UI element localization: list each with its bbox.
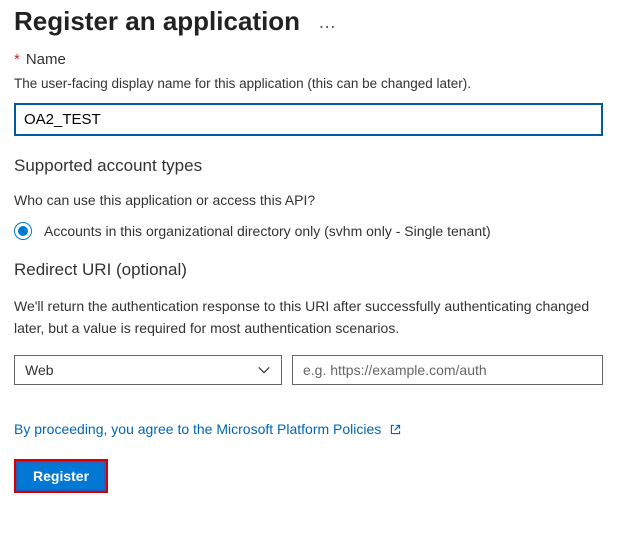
- account-types-question: Who can use this application or access t…: [14, 192, 603, 208]
- account-type-option-label: Accounts in this organizational director…: [44, 223, 491, 239]
- redirect-uri-heading: Redirect URI (optional): [14, 260, 603, 280]
- chevron-down-icon: [257, 363, 271, 377]
- name-input[interactable]: [14, 103, 603, 136]
- external-link-icon: [389, 423, 402, 436]
- register-button[interactable]: Register: [18, 463, 104, 489]
- name-label: * Name: [14, 51, 603, 68]
- platform-policies-link[interactable]: By proceeding, you agree to the Microsof…: [14, 421, 402, 437]
- name-hint: The user-facing display name for this ap…: [14, 76, 603, 91]
- account-types-heading: Supported account types: [14, 156, 603, 176]
- name-label-text: Name: [26, 51, 66, 68]
- platform-policies-link-text: By proceeding, you agree to the Microsof…: [14, 421, 381, 437]
- radio-dot: [18, 226, 28, 236]
- required-marker: *: [14, 51, 20, 68]
- more-actions-icon[interactable]: …: [318, 13, 338, 31]
- account-type-radio[interactable]: [14, 222, 32, 240]
- platform-select-value: Web: [25, 362, 54, 378]
- redirect-uri-body: We'll return the authentication response…: [14, 296, 603, 339]
- register-button-highlight: Register: [14, 459, 108, 493]
- platform-select[interactable]: Web: [14, 355, 282, 385]
- page-title: Register an application: [14, 6, 300, 37]
- redirect-uri-input[interactable]: [292, 355, 603, 385]
